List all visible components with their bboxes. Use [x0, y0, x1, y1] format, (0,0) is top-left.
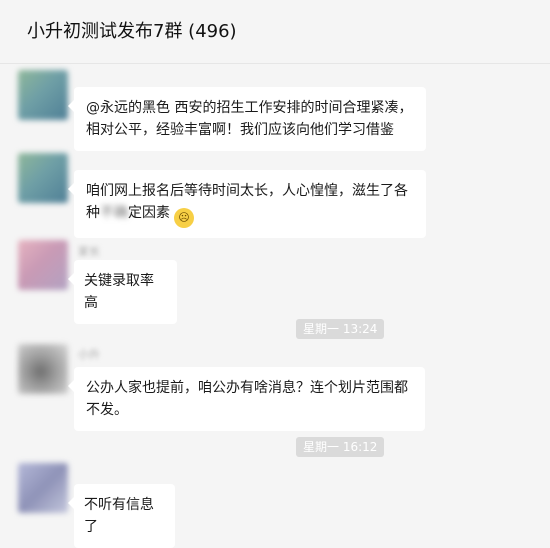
timestamp: 星期一 16:12 — [296, 437, 385, 457]
avatar[interactable] — [18, 240, 68, 290]
message-text: 不听有信息了 — [84, 497, 154, 535]
message-bubble[interactable]: 不听有信息了 — [68, 484, 175, 548]
crying-face-icon: ☹ — [174, 208, 194, 228]
message-text: @永远的黑色 西安的招生工作安排的时间合理紧凑，相对公平，经验丰富啊！我们应该向… — [86, 100, 413, 138]
sender-name: 小升 — [78, 348, 100, 361]
avatar[interactable] — [18, 70, 68, 120]
chat-header: 小升初测试发布7群 (496) — [0, 0, 550, 64]
message-text: 关键录取率高 — [84, 273, 154, 311]
avatar[interactable] — [18, 344, 68, 394]
message-text: 公办人家也提前，咱公办有啥消息？连个划片范围都不发。 — [86, 380, 408, 418]
message-text-end: 定因素 — [128, 205, 170, 221]
message-bubble[interactable]: 公办人家也提前，咱公办有啥消息？连个划片范围都不发。 — [68, 367, 425, 431]
chat-area[interactable]: @永远的黑色 西安的招生工作安排的时间合理紧凑，相对公平，经验丰富啊！我们应该向… — [0, 64, 550, 548]
message-bubble[interactable]: 咱们网上报名后等待时间太长，人心惶惶，滋生了各种不确定因素 ☹ — [68, 170, 426, 238]
message-bubble[interactable]: 关键录取率高 — [68, 260, 177, 324]
chat-title: 小升初测试发布7群 (496) — [27, 21, 237, 42]
message-bubble[interactable]: @永远的黑色 西安的招生工作安排的时间合理紧凑，相对公平，经验丰富啊！我们应该向… — [68, 87, 426, 151]
timestamp: 星期一 13:24 — [296, 319, 385, 339]
blurred-text: 不确 — [100, 205, 128, 221]
avatar[interactable] — [18, 153, 68, 203]
sender-name: 家长 — [78, 245, 100, 258]
avatar[interactable] — [18, 463, 68, 513]
